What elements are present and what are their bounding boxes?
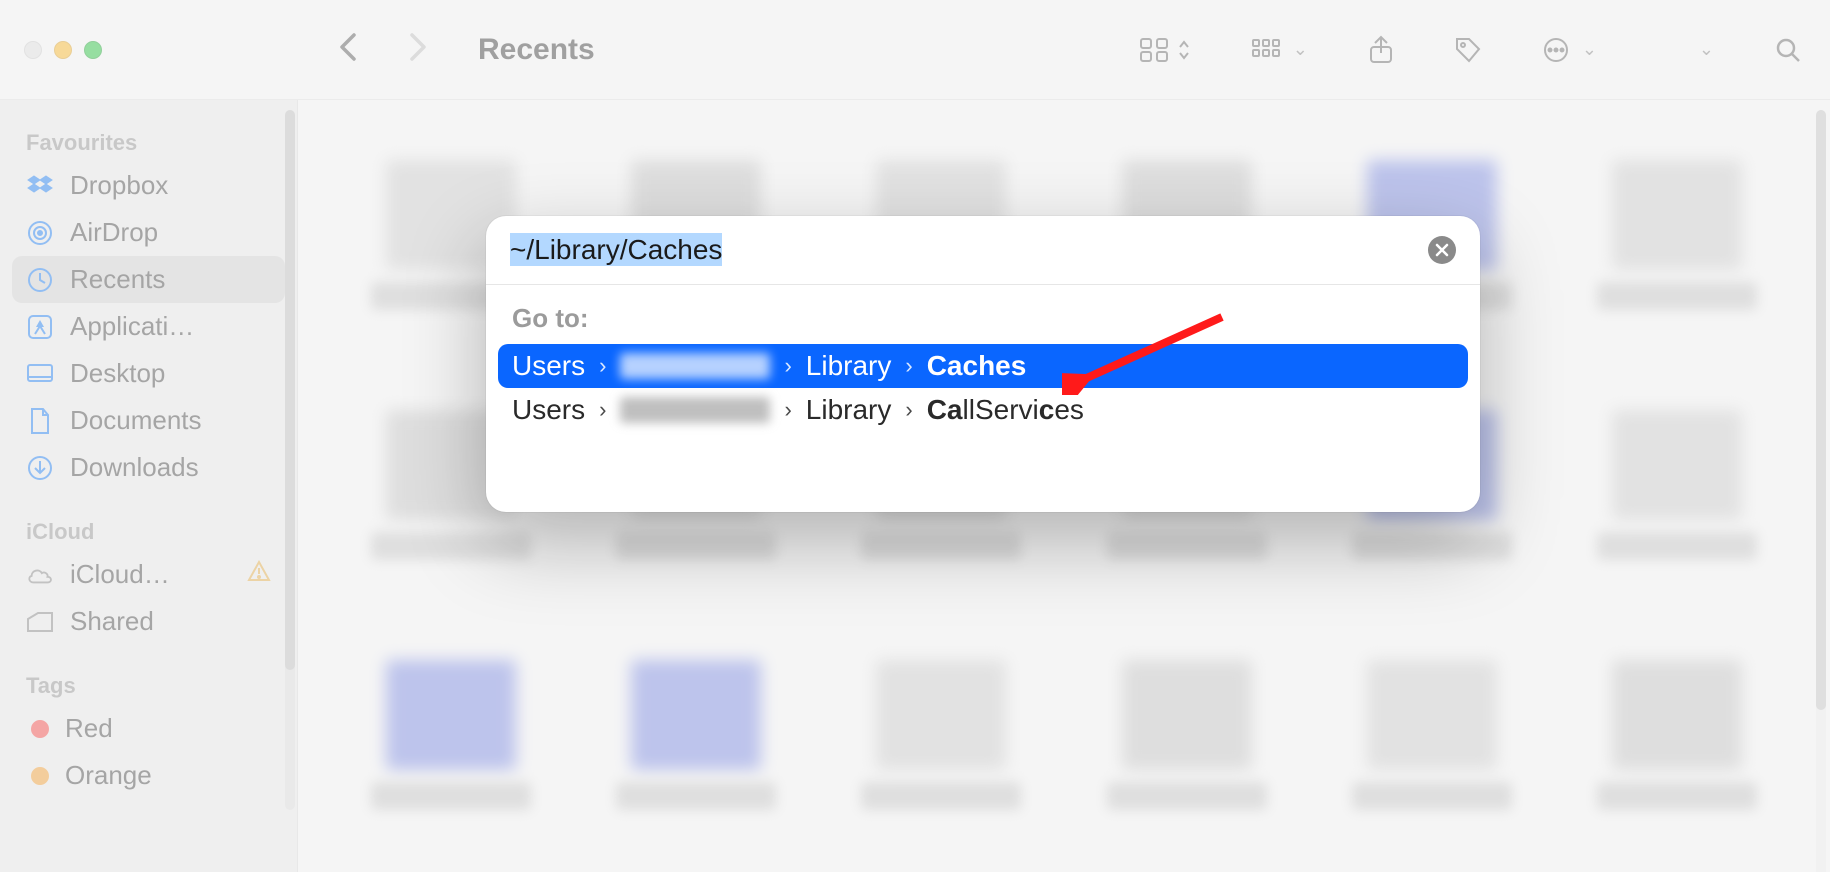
sidebar-tag-orange[interactable]: Orange [0, 752, 297, 799]
recents-icon [26, 266, 54, 294]
sidebar-item-desktop[interactable]: Desktop [0, 350, 297, 397]
sidebar-item-downloads[interactable]: Downloads [0, 444, 297, 491]
sidebar-section-icloud: iCloud [0, 509, 297, 551]
tag-button[interactable] [1454, 36, 1482, 64]
shared-icon [26, 608, 54, 636]
sidebar-item-label: Red [65, 713, 113, 744]
finder-toolbar: Recents ⌄ ⌄ ⌄ [0, 0, 1830, 100]
path-segment: Users [512, 350, 585, 382]
chevron-right-icon: › [905, 397, 912, 423]
sidebar-item-label: Desktop [70, 358, 165, 389]
finder-sidebar: Favourites Dropbox AirDrop Recents Appli… [0, 100, 298, 872]
icloud-icon [26, 561, 54, 589]
documents-icon [26, 407, 54, 435]
path-segment-final: CallServices [927, 394, 1084, 426]
action-menu-button[interactable]: ⌄ [1542, 36, 1597, 64]
close-window-button[interactable] [24, 41, 42, 59]
chevron-right-icon: › [599, 397, 606, 423]
chevron-right-icon: › [905, 353, 912, 379]
chevron-right-icon: › [784, 353, 791, 379]
go-to-section-label: Go to: [486, 285, 1480, 344]
dropbox-icon [26, 172, 54, 200]
go-to-path-input[interactable]: ~/Library/Caches [510, 230, 1428, 270]
path-segment: Library [806, 350, 892, 382]
sidebar-scrollbar-thumb[interactable] [285, 110, 295, 670]
chevron-down-icon: ⌄ [1293, 39, 1308, 60]
sidebar-scrollbar[interactable] [285, 110, 295, 810]
go-to-folder-dialog: ~/Library/Caches Go to: Users › › Librar… [486, 216, 1480, 512]
go-to-result[interactable]: Users › › Library › CallServices [498, 388, 1468, 432]
maximize-window-button[interactable] [84, 41, 102, 59]
path-segment: Library [806, 394, 892, 426]
sidebar-item-label: Documents [70, 405, 202, 436]
chevron-down-icon: ⌄ [1699, 39, 1714, 60]
sidebar-section-tags: Tags [0, 663, 297, 705]
content-scrollbar-thumb[interactable] [1816, 110, 1826, 710]
sidebar-item-airdrop[interactable]: AirDrop [0, 209, 297, 256]
sidebar-item-label: iCloud… [70, 559, 170, 590]
go-to-input-row: ~/Library/Caches [486, 216, 1480, 285]
sidebar-item-recents[interactable]: Recents [12, 256, 285, 303]
path-segment-redacted [620, 353, 770, 379]
applications-icon [26, 313, 54, 341]
sidebar-tag-red[interactable]: Red [0, 705, 297, 752]
chevron-right-icon: › [784, 397, 791, 423]
desktop-icon [26, 360, 54, 388]
content-scrollbar[interactable] [1816, 110, 1826, 872]
go-to-path-value: ~/Library/Caches [510, 233, 722, 266]
window-title: Recents [478, 33, 595, 67]
sidebar-item-applications[interactable]: Applicati… [0, 303, 297, 350]
dropbox-toolbar-button[interactable]: ⌄ [1657, 37, 1714, 63]
sidebar-item-label: Orange [65, 760, 152, 791]
search-button[interactable] [1774, 36, 1802, 64]
chevron-right-icon: › [599, 353, 606, 379]
sidebar-item-label: Recents [70, 264, 165, 295]
path-segment-redacted [620, 397, 770, 423]
warning-icon [247, 560, 271, 589]
go-to-result-selected[interactable]: Users › › Library › Caches [498, 344, 1468, 388]
tag-dot-orange-icon [31, 767, 49, 785]
sidebar-item-documents[interactable]: Documents [0, 397, 297, 444]
chevron-down-icon: ⌄ [1582, 39, 1597, 60]
path-segment: Users [512, 394, 585, 426]
sidebar-item-label: Dropbox [70, 170, 168, 201]
window-controls [24, 41, 102, 59]
tag-dot-red-icon [31, 720, 49, 738]
nav-arrows [338, 33, 428, 67]
view-icon-button[interactable] [1139, 37, 1191, 63]
forward-button[interactable] [406, 33, 428, 67]
sidebar-item-label: AirDrop [70, 217, 158, 248]
downloads-icon [26, 454, 54, 482]
share-button[interactable] [1368, 35, 1394, 65]
group-by-button[interactable]: ⌄ [1251, 38, 1308, 62]
sidebar-section-favourites: Favourites [0, 120, 297, 162]
airdrop-icon [26, 219, 54, 247]
clear-input-button[interactable] [1428, 236, 1456, 264]
sidebar-item-shared[interactable]: Shared [0, 598, 297, 645]
path-segment-final: Caches [927, 350, 1027, 382]
sidebar-item-icloud-drive[interactable]: iCloud… [0, 551, 297, 598]
sidebar-item-label: Shared [70, 606, 154, 637]
toolbar-right: ⌄ ⌄ ⌄ [1139, 0, 1802, 99]
back-button[interactable] [338, 33, 360, 67]
sidebar-item-label: Downloads [70, 452, 199, 483]
sidebar-item-dropbox[interactable]: Dropbox [0, 162, 297, 209]
minimize-window-button[interactable] [54, 41, 72, 59]
sidebar-item-label: Applicati… [70, 311, 194, 342]
chevron-updown-icon [1177, 39, 1191, 61]
